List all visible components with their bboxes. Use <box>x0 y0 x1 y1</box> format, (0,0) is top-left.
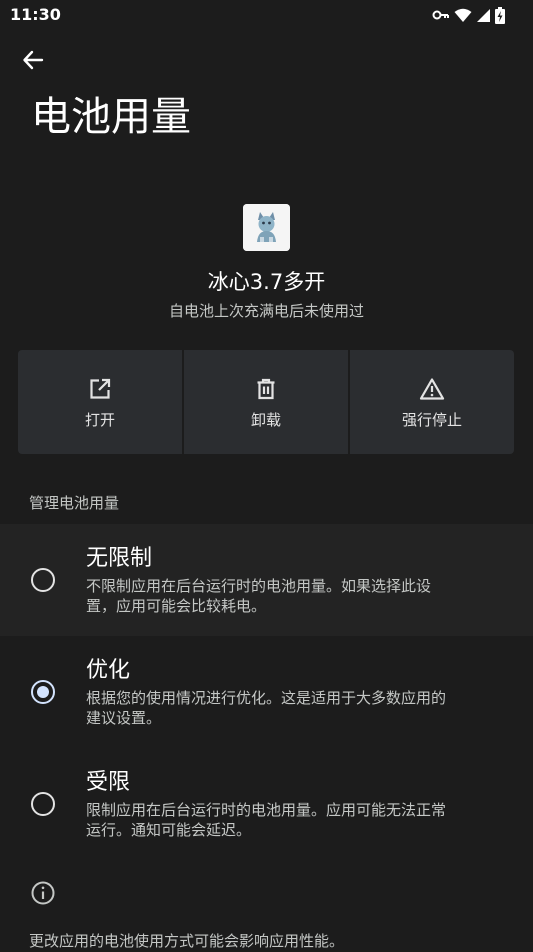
option-restricted-title: 受限 <box>86 770 131 795</box>
battery-footer-note: 更改应用的电池使用方式可能会影响应用性能。 <box>29 932 345 950</box>
back-button[interactable] <box>14 43 52 81</box>
force-stop-button[interactable]: 强行停止 <box>350 350 514 454</box>
status-bar: 11:30 <box>0 0 533 30</box>
arrow-back-icon <box>22 49 44 75</box>
wifi-icon <box>454 8 472 23</box>
open-external-icon <box>87 376 113 402</box>
page-title: 电池用量 <box>31 94 191 140</box>
signal-icon <box>476 8 491 23</box>
vpn-key-icon <box>432 9 450 21</box>
option-unrestricted-desc-line1: 不限制应用在后台运行时的电池用量。如果选择此设 <box>86 577 432 595</box>
option-unrestricted-title: 无限制 <box>86 546 153 571</box>
open-button[interactable]: 打开 <box>18 350 182 454</box>
warning-icon <box>419 376 445 402</box>
option-restricted[interactable]: 受限 限制应用在后台运行时的电池用量。应用可能无法正常 运行。通知可能会延迟。 <box>0 748 533 860</box>
option-restricted-desc-line2: 运行。通知可能会延迟。 <box>86 821 252 839</box>
option-optimized[interactable]: 优化 根据您的使用情况进行优化。这是适用于大多数应用的 建议设置。 <box>0 636 533 748</box>
option-optimized-desc-line2: 建议设置。 <box>86 709 162 727</box>
uninstall-button[interactable]: 卸载 <box>184 350 348 454</box>
uninstall-button-label: 卸载 <box>250 411 281 429</box>
app-avatar-icon <box>243 204 290 251</box>
option-optimized-desc: 根据您的使用情况进行优化。这是适用于大多数应用的 建议设置。 <box>86 688 496 728</box>
battery-charging-icon <box>495 6 505 24</box>
radio-optimized[interactable] <box>31 680 55 704</box>
radio-restricted[interactable] <box>31 792 55 816</box>
manage-battery-header: 管理电池用量 <box>29 494 120 512</box>
option-optimized-title: 优化 <box>86 658 131 683</box>
option-optimized-desc-line1: 根据您的使用情况进行优化。这是适用于大多数应用的 <box>86 689 447 707</box>
trash-icon <box>253 376 279 402</box>
app-name: 冰心3.7多开 <box>207 270 326 294</box>
option-unrestricted-desc-line2: 置，应用可能会比较耗电。 <box>86 597 267 615</box>
app-usage-summary: 自电池上次充满电后未使用过 <box>168 302 364 320</box>
status-time: 11:30 <box>10 5 61 24</box>
app-actions: 打开 卸载 强行停止 <box>18 350 514 454</box>
force-stop-button-label: 强行停止 <box>401 411 462 429</box>
radio-unrestricted[interactable] <box>31 568 55 592</box>
option-restricted-desc-line1: 限制应用在后台运行时的电池用量。应用可能无法正常 <box>86 801 447 819</box>
open-button-label: 打开 <box>84 411 115 429</box>
option-unrestricted[interactable]: 无限制 不限制应用在后台运行时的电池用量。如果选择此设 置，应用可能会比较耗电。 <box>0 524 533 636</box>
option-restricted-desc: 限制应用在后台运行时的电池用量。应用可能无法正常 运行。通知可能会延迟。 <box>86 800 496 840</box>
info-icon <box>30 880 56 906</box>
option-unrestricted-desc: 不限制应用在后台运行时的电池用量。如果选择此设 置，应用可能会比较耗电。 <box>86 576 496 616</box>
status-icons <box>432 5 505 25</box>
